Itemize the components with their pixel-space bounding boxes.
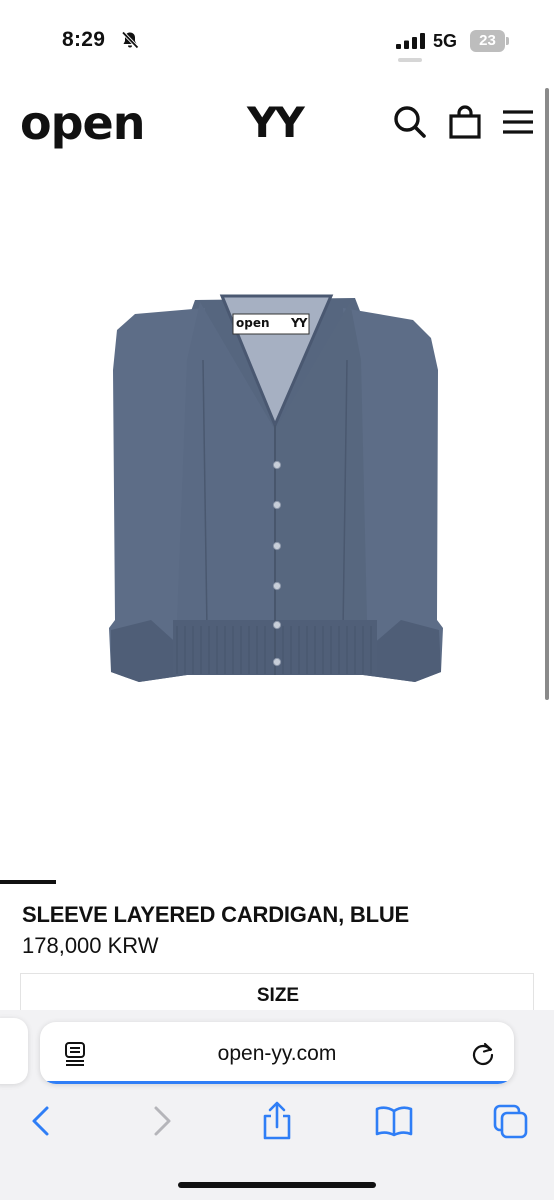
logo-open[interactable]: open bbox=[20, 100, 145, 146]
product-price: 178,000 KRW bbox=[22, 933, 159, 958]
network-label: 5G bbox=[433, 31, 458, 51]
url-text[interactable]: open-yy.com bbox=[40, 1042, 514, 1066]
previous-tab-peek[interactable] bbox=[0, 1018, 28, 1084]
product-title: SLEEVE LAYERED CARDIGAN, BLUE bbox=[22, 902, 409, 927]
search-icon[interactable] bbox=[392, 104, 428, 140]
product-label-left: open bbox=[236, 316, 270, 330]
signal-icon bbox=[396, 33, 425, 49]
reload-icon[interactable] bbox=[470, 1041, 496, 1067]
bookmarks-icon[interactable] bbox=[374, 1100, 414, 1142]
shopping-bag-icon[interactable] bbox=[447, 104, 483, 140]
logo-yy[interactable]: YY bbox=[247, 100, 305, 146]
home-indicator[interactable] bbox=[178, 1182, 376, 1188]
back-icon[interactable] bbox=[22, 1100, 62, 1142]
address-bar[interactable]: open-yy.com bbox=[40, 1022, 514, 1084]
image-pager-indicator[interactable] bbox=[0, 880, 56, 884]
battery-icon: 23 bbox=[470, 30, 510, 52]
product-image[interactable] bbox=[105, 290, 445, 695]
scroll-indicator[interactable] bbox=[545, 88, 549, 700]
menu-icon[interactable] bbox=[500, 104, 536, 140]
site-header: open YY bbox=[0, 90, 554, 160]
size-label: SIZE bbox=[256, 985, 300, 1006]
battery-level: 23 bbox=[479, 32, 496, 49]
page-load-progress bbox=[40, 1081, 514, 1084]
share-icon[interactable] bbox=[257, 1100, 297, 1142]
product-label-right: YY bbox=[291, 316, 307, 330]
status-time: 8:29 bbox=[62, 28, 106, 51]
tabs-icon[interactable] bbox=[491, 1100, 531, 1142]
bell-slash-icon bbox=[121, 31, 139, 49]
status-bar: 8:29 5G 23 bbox=[0, 0, 554, 80]
forward-icon[interactable] bbox=[142, 1100, 182, 1142]
status-grabber bbox=[398, 58, 422, 62]
